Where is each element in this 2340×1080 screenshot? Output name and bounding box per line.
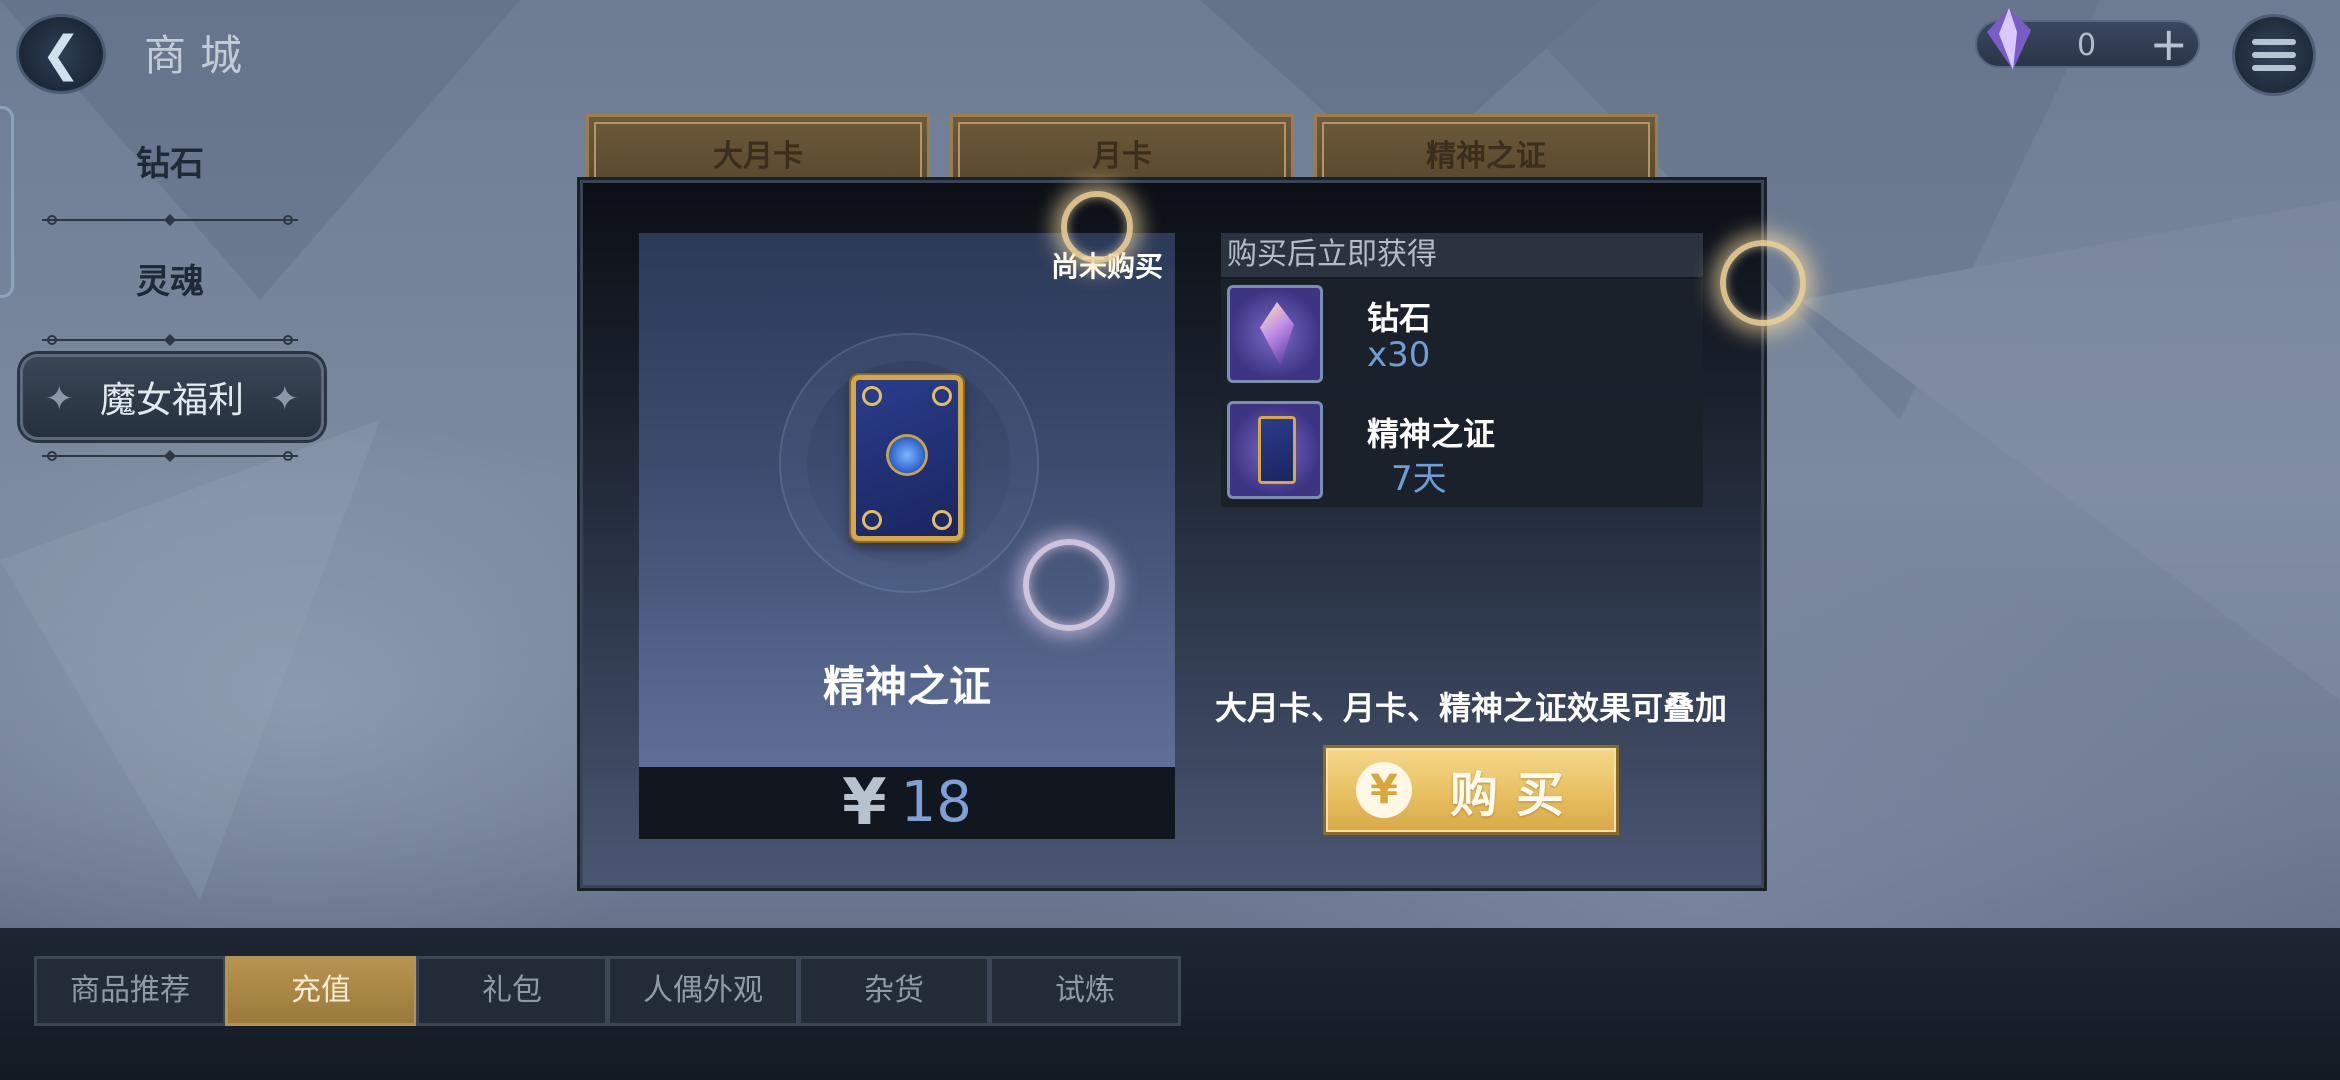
diamond-icon (1987, 8, 2031, 70)
sidebar-divider (42, 450, 298, 462)
tab-misc-goods[interactable]: 杂货 (798, 956, 990, 1026)
plus-icon[interactable]: + (2149, 20, 2188, 68)
rewards-header: 购买后立即获得 (1221, 233, 1703, 277)
back-button[interactable]: ❮ (16, 14, 106, 94)
hamburger-line (2252, 65, 2296, 71)
stack-note: 大月卡、月卡、精神之证效果可叠加 (1214, 689, 1727, 727)
star-icon: ✦ (45, 379, 74, 419)
reward-amount: x30 (1367, 335, 1431, 375)
buy-button[interactable]: ¥ 购买 (1323, 745, 1619, 835)
price-value: 18 (900, 770, 972, 835)
sidebar-item-label: 魔女福利 (99, 380, 244, 421)
spirit-card-icon (1227, 401, 1323, 499)
hamburger-line (2252, 39, 2296, 45)
currency-value: 0 (2077, 28, 2097, 63)
reward-amount: 7天 (1391, 459, 1447, 499)
tab-gift-packs[interactable]: 礼包 (416, 956, 608, 1026)
buy-button-label: 购买 (1450, 767, 1583, 823)
tab-doll-outfits[interactable]: 人偶外观 (607, 956, 799, 1026)
tab-recommended[interactable]: 商品推荐 (34, 956, 226, 1026)
product-name: 精神之证 (822, 662, 991, 711)
glow-ring-decoration (1023, 539, 1115, 631)
reward-row: 钻石 x30 (1221, 279, 1703, 391)
price-bar: ¥ 18 (639, 767, 1175, 839)
sidebar-divider (42, 334, 298, 346)
sidebar-item-diamond[interactable]: 钻石 (20, 136, 320, 185)
bottom-tabs: 商品推荐 充值 礼包 人偶外观 杂货 试炼 (34, 956, 1181, 1026)
page-title: 商城 (144, 31, 257, 80)
sidebar-item-witch-welfare[interactable]: ✦ 魔女福利 ✦ (20, 354, 324, 440)
back-arrow-icon: ❮ (40, 26, 82, 82)
sidebar-item-soul[interactable]: 灵魂 (20, 254, 320, 303)
reward-row: 精神之证 7天 (1221, 395, 1703, 507)
spirit-card-icon (851, 375, 963, 541)
reward-name: 钻石 (1367, 299, 1432, 337)
diamond-icon (1227, 285, 1323, 383)
sidebar-divider (42, 214, 298, 226)
reward-name: 精神之证 (1367, 415, 1496, 453)
purchase-dialog: 尚未购买 精神之证 ¥ 18 购买后立即获得 钻石 x30 精神之证 7天 大月… (580, 180, 1764, 888)
yen-coin-icon: ¥ (1356, 762, 1412, 818)
sidebar-selection-bracket (0, 106, 14, 298)
glow-ring-decoration (1720, 240, 1806, 326)
glow-ring-decoration (1061, 191, 1133, 263)
star-icon: ✦ (270, 379, 300, 419)
tab-recharge[interactable]: 充值 (225, 956, 417, 1026)
hamburger-line (2252, 52, 2296, 58)
currency-display: 0 + (1975, 8, 2200, 70)
menu-button[interactable] (2232, 14, 2316, 96)
product-preview: 尚未购买 精神之证 (639, 233, 1175, 767)
yen-icon: ¥ (842, 766, 887, 840)
tab-trials[interactable]: 试炼 (989, 956, 1181, 1026)
